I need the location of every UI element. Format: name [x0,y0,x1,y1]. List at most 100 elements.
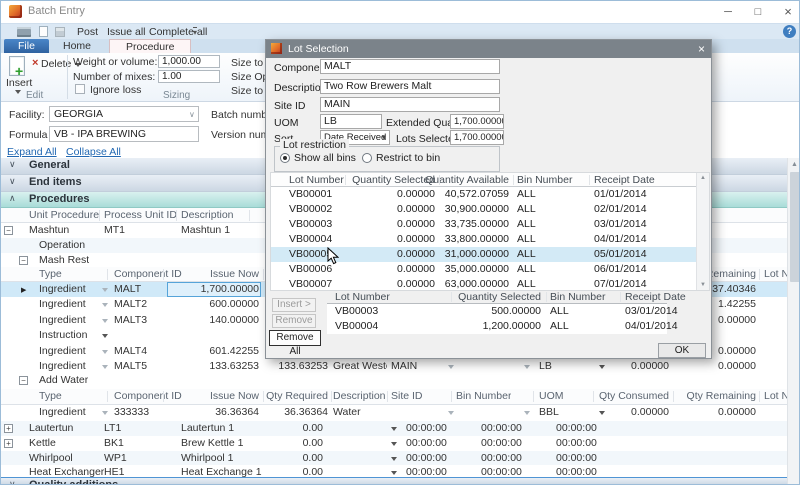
col-uom[interactable]: UOM [539,389,579,404]
selected-lot-row[interactable]: VB00003 500.00000 ALL 03/01/2014 [327,304,667,319]
cell-available[interactable]: 40,572.07059 [421,187,509,202]
grid-row-lautertun[interactable]: + Lautertun LT1 Lautertun 1 0.00 00:00:0… [1,421,787,436]
cell-description[interactable]: Water [333,405,387,420]
cell-unit-id[interactable]: BK1 [104,436,124,451]
col-type[interactable]: Type [39,389,62,404]
qat-overflow-icon[interactable]: ▾ [193,27,197,38]
cell-date[interactable]: 02/01/2014 [594,202,674,217]
cell-qty-required[interactable]: 133.63253 [251,359,328,374]
cell-component-id[interactable]: MALT3 [114,313,147,328]
cell-unit-name[interactable]: Whirlpool [29,451,73,466]
col-quantity-available[interactable]: Quantity Available [421,173,509,188]
col-bin-number[interactable]: Bin Number [550,290,610,305]
cell-unit-name[interactable]: Kettle [29,436,56,451]
issue-all-button[interactable]: Issue all [107,26,146,38]
dropdown-caret-icon[interactable] [391,471,397,475]
cell-selected[interactable]: 1,200.00000 [457,319,541,334]
cell-bin[interactable]: ALL [517,202,587,217]
help-icon[interactable]: ? [783,25,796,38]
cell-value[interactable]: 0.00 [251,451,323,466]
post-button[interactable]: Post [77,26,98,38]
cell-bin[interactable]: ALL [517,232,587,247]
cell-lot[interactable]: VB00002 [289,202,332,217]
expand-box-icon[interactable]: + [4,424,13,433]
cell-group-label[interactable]: Add Water [39,373,88,388]
cell-type[interactable]: Ingredient [39,344,86,359]
grid-row-heat-exchanger[interactable]: Heat Exchanger HE1 Heat Exchange 1 0.00 … [1,465,787,477]
complete-all-button[interactable]: Complete all [149,26,207,38]
formula-id-field[interactable]: VB - IPA BREWING [49,126,199,142]
collapse-all-link[interactable]: Collapse All [66,146,121,158]
main-vertical-scrollbar[interactable]: ▲ [787,158,800,485]
cell-unit-desc[interactable]: Lautertun 1 [181,421,234,436]
cell-qty-remaining[interactable]: 0.00000 [684,359,756,374]
cell-lot[interactable]: VB00007 [289,277,332,292]
col-site-id[interactable]: Site ID [391,389,443,404]
cell-qty-remaining[interactable]: 0.00000 [684,405,756,420]
grid-row-kettle[interactable]: + Kettle BK1 Brew Kettle 1 0.00 00:00:00… [1,436,787,451]
col-type[interactable]: Type [39,267,62,282]
cell-lot[interactable]: VB00003 [335,304,378,319]
dropdown-caret-icon[interactable] [391,457,397,461]
insert-caret-icon[interactable] [15,90,21,94]
cell-bin[interactable]: ALL [517,187,587,202]
col-qty-consumed[interactable]: Qty Consumed [597,389,669,404]
cell-time[interactable]: 00:00:00 [406,436,447,451]
cell-qty-consumed[interactable]: 0.00000 [597,359,669,374]
save-icon[interactable] [55,27,65,37]
selected-lot-row[interactable]: VB00004 1,200.00000 ALL 04/01/2014 [327,319,667,334]
cell-component-id[interactable]: 333333 [114,405,149,420]
tab-procedure[interactable]: Procedure [109,39,191,53]
component-id-field[interactable]: MALT [320,59,500,74]
lot-row[interactable]: VB00001 0.00000 40,572.07059 ALL 01/01/2… [271,187,709,202]
type-caret-icon[interactable] [102,303,108,307]
new-document-icon[interactable] [39,26,48,37]
cell-unit-desc[interactable]: Whirlpool 1 [181,451,234,466]
cell-issue-now[interactable]: 36.36364 [167,405,259,420]
cell-available[interactable]: 35,000.00000 [421,262,509,277]
section-quality-additions[interactable]: ∨ Quality additions [1,477,787,485]
facility-caret-icon[interactable]: ∨ [189,110,195,119]
cell-available[interactable]: 33,735.00000 [421,217,509,232]
col-issue-now[interactable]: Issue Now [167,267,259,282]
cell-time[interactable]: 00:00:00 [406,451,447,466]
uom-field[interactable]: LB [320,114,382,129]
tab-file[interactable]: File [4,39,49,53]
cell-unit-desc[interactable]: Brew Kettle 1 [181,436,243,451]
cell-type[interactable]: Ingredient [39,359,86,374]
ignore-loss-checkbox[interactable] [75,84,85,94]
type-caret-icon[interactable] [102,365,108,369]
cell-component-id[interactable]: MALT2 [114,297,147,312]
bin-caret-icon[interactable] [524,365,530,369]
col-quantity-selected[interactable]: Quantity Selected [457,290,541,305]
cell-lot[interactable]: VB00004 [289,232,332,247]
cell-group-label[interactable]: Operation [39,238,85,253]
cell-date[interactable]: 04/01/2014 [625,319,700,334]
lots-table-scrollbar[interactable]: ▲ ▼ [696,173,709,290]
cell-date[interactable]: 05/01/2014 [594,247,674,262]
lot-row[interactable]: VB00003 0.00000 33,735.00000 ALL 03/01/2… [271,217,709,232]
scroll-up-icon[interactable]: ▲ [697,175,709,181]
dropdown-caret-icon[interactable] [391,442,397,446]
cell-issue-now[interactable]: 140.00000 [167,313,259,328]
cell-type[interactable]: Ingredient [39,282,86,297]
cell-time[interactable]: 00:00:00 [481,436,522,451]
col-qty-remaining[interactable]: Qty Remaining [684,389,756,404]
scrollbar-thumb[interactable] [790,172,800,282]
cell-description[interactable]: Great Wester [333,359,387,374]
col-lot-numbers[interactable]: Lot Numbers [764,267,787,282]
col-description[interactable]: Description [181,208,234,223]
cell-lot[interactable]: VB00004 [335,319,378,334]
minimize-button-icon[interactable]: ─ [717,3,739,21]
insert-button[interactable]: Insert > [272,298,316,312]
cell-lot[interactable]: VB00006 [289,262,332,277]
show-all-bins-radio[interactable] [280,153,290,163]
type-caret-icon[interactable] [102,411,108,415]
cell-selected[interactable]: 500.00000 [457,304,541,319]
cell-type[interactable]: Ingredient [39,297,86,312]
cell-available[interactable]: 31,000.00000 [421,247,509,262]
cell-time[interactable]: 00:00:00 [556,421,597,436]
cell-unit-name[interactable]: Mashtun [29,223,69,238]
cell-unit-id[interactable]: WP1 [104,451,127,466]
type-caret-icon[interactable] [102,334,108,338]
